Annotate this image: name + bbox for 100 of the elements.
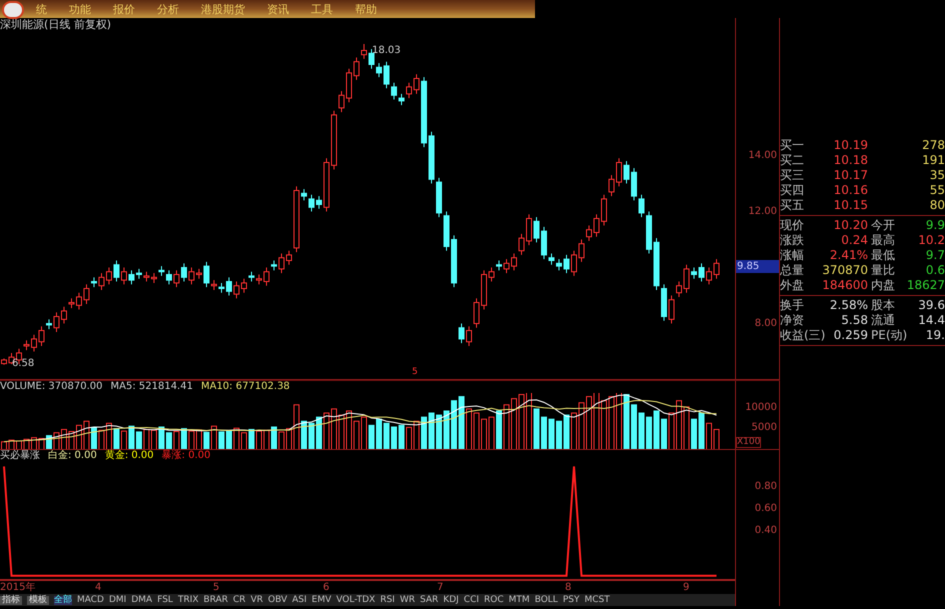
finance-label: 股本 [870, 298, 896, 313]
quote-label: 量比 [871, 263, 896, 278]
quote-value: 2.41% [828, 248, 868, 263]
bid-volume: 80 [928, 198, 945, 213]
quote-value: 0.6 [924, 263, 945, 278]
indicator-tick: 0.40 [754, 526, 777, 536]
bar [496, 410, 502, 449]
indicator-tab[interactable]: WR [400, 596, 415, 604]
price-tick: 12.00 [748, 206, 777, 217]
bid-volume: 191 [921, 153, 945, 168]
bid-price: 10.17 [832, 168, 868, 183]
candlestick [121, 267, 127, 285]
indicator-tab[interactable]: BRAR [204, 596, 228, 604]
indicator-tab[interactable]: SAR [420, 596, 438, 604]
indicator-tab[interactable]: TRIX [178, 596, 199, 604]
candlestick [301, 188, 307, 201]
candlestick [398, 93, 404, 106]
current-price-tag: 9.85 [736, 260, 779, 273]
bottom-button[interactable]: 模板 [27, 596, 49, 604]
candlestick [91, 276, 97, 288]
finance-value: 39.6 [917, 298, 945, 313]
quote-label: 今开 [871, 218, 896, 233]
indicator-name: 买必暴涨 [0, 451, 40, 461]
bar [181, 428, 187, 449]
indicator-value: 白金: 0.00 [48, 451, 97, 461]
menu-item[interactable]: 资讯 [267, 4, 289, 14]
finance-label: 收益(三) [780, 328, 826, 343]
volume-tick: 5000 [752, 423, 777, 434]
indicator-tab[interactable]: VR [250, 596, 263, 604]
finance-label: 换手 [780, 298, 805, 313]
finance-label: 净资 [780, 313, 805, 328]
menu-item[interactable]: 分析 [157, 4, 179, 14]
candlestick [46, 318, 52, 330]
chart-marker: 5 [412, 368, 418, 377]
quote-label: 涨幅 [780, 248, 805, 263]
indicator-value: 黄金: 0.00 [104, 451, 154, 461]
price-tick: 8.00 [754, 318, 777, 329]
indicator-tab[interactable]: MACD [77, 596, 104, 604]
date-axis-label: 5 [213, 581, 220, 594]
candlestick [361, 44, 367, 60]
bid-volume: 278 [921, 138, 945, 153]
finance-label: PE(动) [870, 328, 908, 343]
finance-value: 14.4 [917, 313, 945, 328]
quote-label: 总量 [780, 263, 805, 278]
menu-item[interactable]: 功能 [69, 4, 91, 14]
indicator-tab[interactable]: RSI [380, 596, 395, 604]
menu-item[interactable]: 港股期货 [201, 4, 245, 14]
finance-value: 5.58 [840, 313, 868, 328]
quote-value: 0.24 [840, 233, 868, 248]
bid-price: 10.19 [832, 138, 868, 153]
finance-label: 流通 [870, 313, 896, 328]
bid-label: 买三 [780, 168, 805, 183]
candlestick [271, 260, 277, 271]
bar [248, 428, 254, 449]
indicator-tab[interactable]: VOL-TDX [336, 596, 376, 604]
candlestick [496, 260, 502, 271]
indicator-tab[interactable]: CR [233, 596, 246, 604]
indicator-tab[interactable]: CCI [464, 596, 480, 604]
quote-value: 9.7 [924, 248, 945, 263]
finance-value: 0.259 [832, 328, 868, 343]
candlestick [548, 253, 554, 266]
indicator-tab[interactable]: ASI [292, 596, 307, 604]
date-axis-label: 6 [323, 581, 330, 594]
indicator-tab[interactable]: 全部 [54, 596, 72, 604]
candlestick [174, 270, 180, 288]
candlestick [166, 270, 172, 285]
ma5-label: MA5: 521814.41 [110, 382, 193, 392]
quote-label: 内盘 [871, 278, 896, 293]
indicator-tab[interactable]: DMI [108, 596, 126, 604]
bid-label: 买五 [780, 198, 805, 213]
indicator-tab[interactable]: OBV [268, 596, 288, 604]
candlestick [391, 82, 397, 100]
menu-item[interactable]: 统 [36, 4, 47, 14]
bar [114, 428, 120, 449]
indicator-tab[interactable]: MTM [508, 596, 530, 604]
indicator-tab[interactable]: EMV [312, 596, 332, 604]
volume-tick: 10000 [745, 402, 777, 413]
indicator-tab[interactable]: MCST [584, 596, 610, 604]
candlestick [204, 261, 210, 288]
indicator-tab[interactable]: KDJ [443, 596, 459, 604]
ma10-label: MA10: 677102.38 [200, 382, 290, 392]
date-axis-label: 9 [683, 581, 690, 594]
bid-volume: 35 [928, 168, 945, 183]
indicator-tick: 0.80 [754, 482, 777, 492]
menu-item[interactable]: 工具 [311, 4, 333, 14]
indicator-tab[interactable]: FSL [157, 596, 173, 604]
menu-item[interactable]: 帮助 [355, 4, 377, 14]
menu-item[interactable]: 报价 [113, 4, 135, 14]
bottom-button[interactable]: 指标 [0, 596, 22, 604]
chart-title: 深圳能源(日线 前复权) [0, 19, 112, 30]
volume-unit: X100 [736, 437, 762, 448]
indicator-tab[interactable]: BOLL [534, 596, 558, 604]
quote-value: 9.9 [924, 218, 945, 233]
indicator-tab[interactable]: ROC [484, 596, 504, 604]
indicator-tab[interactable]: PSY [562, 596, 580, 604]
quote-label: 现价 [780, 218, 805, 233]
bid-price: 10.16 [832, 183, 868, 198]
bid-label: 买四 [780, 183, 805, 198]
indicator-tab[interactable]: DMA [131, 596, 152, 604]
quote-label: 涨跌 [780, 233, 805, 248]
